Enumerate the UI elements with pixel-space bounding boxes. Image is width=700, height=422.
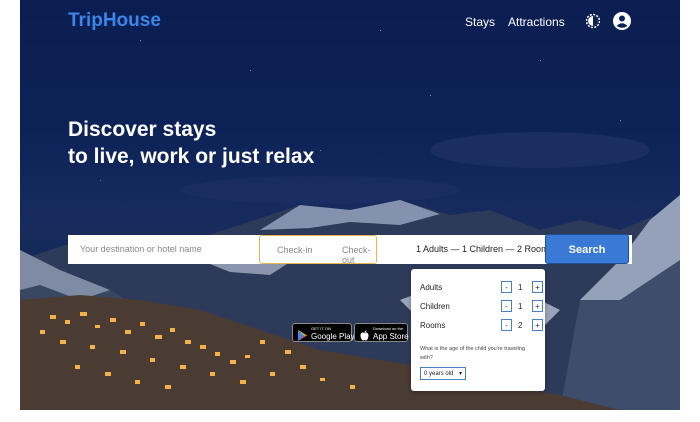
occupancy-selector[interactable]: 1 Adults — 1 Children — 2 Room <box>416 244 549 254</box>
children-increment-button[interactable]: + <box>532 300 543 312</box>
rooms-decrement-button[interactable]: - <box>501 319 512 331</box>
chevron-down-icon: ▾ <box>458 371 462 377</box>
adults-label: Adults <box>420 283 443 292</box>
google-play-icon <box>298 328 308 346</box>
checkin-field[interactable]: Check-in <box>277 245 313 255</box>
headline-line-2: to live, work or just relax <box>68 145 315 168</box>
search-button[interactable]: Search <box>545 234 629 264</box>
google-play-label: Google Play <box>311 332 355 341</box>
app-store-badge[interactable]: Download on the App Store <box>354 323 409 342</box>
mountain-village-backdrop <box>20 120 680 410</box>
brand-logo[interactable]: TripHouse <box>68 10 161 32</box>
adults-increment-button[interactable]: + <box>532 281 543 293</box>
rooms-value: 2 <box>518 321 523 330</box>
user-account-icon[interactable] <box>612 11 632 36</box>
children-row: Children - 1 + <box>420 300 543 314</box>
nav-stays[interactable]: Stays <box>465 15 495 29</box>
children-label: Children <box>420 302 450 311</box>
rooms-increment-button[interactable]: + <box>532 319 543 331</box>
search-bar: Your destination or hotel name Check-in … <box>68 234 632 265</box>
date-range-picker[interactable]: Check-in Check-out <box>259 235 377 265</box>
apple-icon <box>360 328 369 346</box>
occupancy-dropdown: Adults - 1 + Children - 1 + Rooms - 2 + … <box>411 269 545 391</box>
children-decrement-button[interactable]: - <box>501 300 512 312</box>
app-store-caption: Download on the <box>373 326 404 331</box>
adults-row: Adults - 1 + <box>420 281 543 295</box>
adults-decrement-button[interactable]: - <box>501 281 512 293</box>
hero-banner: TripHouse Stays Attractions Discover sta… <box>20 0 680 410</box>
google-play-badge[interactable]: GET IT ON Google Play <box>292 323 355 342</box>
theme-toggle-icon[interactable] <box>585 11 601 36</box>
adults-value: 1 <box>518 283 523 292</box>
child-age-question: What is the age of the child you're trav… <box>420 346 525 361</box>
checkout-field[interactable]: Check-out <box>342 245 376 265</box>
rooms-row: Rooms - 2 + <box>420 319 543 333</box>
app-store-label: App Store <box>373 332 409 341</box>
hero-headline: Discover stays to live, work or just rel… <box>68 116 314 170</box>
rooms-label: Rooms <box>420 321 446 330</box>
child-age-select[interactable]: 0 years old ▾ <box>420 367 466 380</box>
google-play-caption: GET IT ON <box>311 326 331 331</box>
children-value: 1 <box>518 302 523 311</box>
destination-input[interactable]: Your destination or hotel name <box>80 244 202 254</box>
child-age-value: 0 years old <box>424 371 454 377</box>
nav-attractions[interactable]: Attractions <box>508 15 565 29</box>
headline-line-1: Discover stays <box>68 118 217 141</box>
